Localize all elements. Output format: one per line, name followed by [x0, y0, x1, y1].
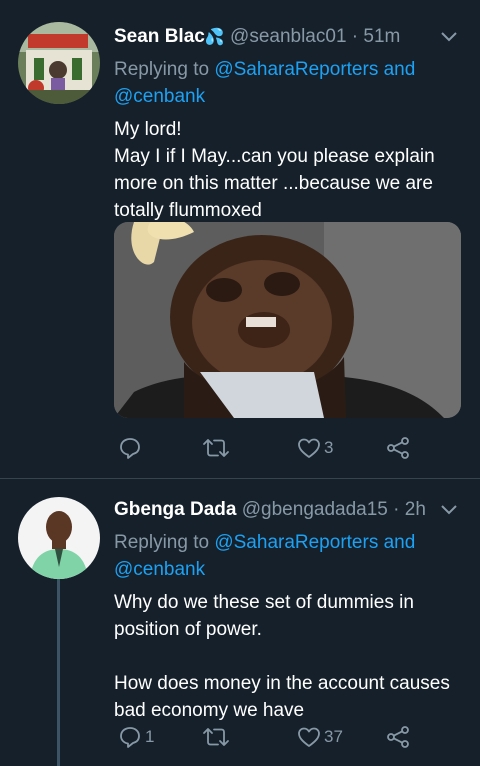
like-button[interactable]: 3: [297, 433, 333, 463]
avatar[interactable]: [18, 497, 100, 579]
timestamp[interactable]: · 2h: [393, 499, 426, 520]
mention-link[interactable]: @cenbank: [114, 86, 205, 107]
like-count: 3: [324, 438, 334, 457]
handle[interactable]: @seanblac01: [230, 26, 346, 47]
tweet-2[interactable]: Gbenga Dada @gbengadada15 · 2h Replying …: [0, 479, 480, 766]
chevron-down-icon[interactable]: [440, 28, 458, 46]
avatar[interactable]: [18, 22, 100, 104]
share-button[interactable]: [386, 433, 410, 463]
tweet-1[interactable]: Sean Blac💦 @seanblac01 · 51m Replying to…: [0, 0, 480, 478]
tweet-image[interactable]: [114, 222, 461, 418]
mention-link[interactable]: @SaharaReporters and: [214, 532, 415, 553]
chevron-down-icon[interactable]: [440, 501, 458, 519]
tweet-text: My lord! May I if I May...can you please…: [114, 119, 435, 221]
replying-to: Replying to @SaharaReporters and @cenban…: [114, 529, 464, 583]
tweet-header: Gbenga Dada @gbengadada15 · 2h: [114, 499, 464, 527]
display-name[interactable]: Gbenga Dada: [114, 499, 236, 520]
retweet-button[interactable]: [202, 433, 230, 463]
display-name[interactable]: Sean Blac: [114, 26, 205, 47]
reply-icon: [120, 727, 140, 748]
retweet-button[interactable]: [202, 722, 230, 752]
droplets-emoji: 💦: [204, 29, 225, 46]
retweet-icon: [203, 439, 229, 457]
replying-prefix: Replying to: [114, 532, 215, 553]
like-icon: [298, 438, 320, 458]
tweet-actions: 3: [114, 433, 461, 463]
tweet-actions: 1 37: [114, 722, 461, 752]
mention-link[interactable]: @SaharaReporters and: [214, 59, 415, 80]
tweet-header: Sean Blac💦 @seanblac01 · 51m: [114, 26, 464, 54]
retweet-icon: [203, 728, 229, 746]
replying-to: Replying to @SaharaReporters and @cenban…: [114, 56, 464, 110]
mention-link[interactable]: @cenbank: [114, 559, 205, 580]
timestamp[interactable]: · 51m: [352, 26, 401, 47]
share-icon: [387, 726, 409, 748]
share-button[interactable]: [386, 722, 410, 752]
replying-prefix: Replying to: [114, 59, 215, 80]
reply-button[interactable]: 1: [118, 722, 154, 752]
reply-count: 1: [145, 727, 155, 746]
reply-button[interactable]: [118, 433, 142, 463]
tweet-text: Why do we these set of dummies in positi…: [114, 592, 450, 721]
share-icon: [387, 437, 409, 459]
like-count: 37: [324, 727, 343, 746]
like-button[interactable]: 37: [297, 722, 343, 752]
like-icon: [298, 727, 320, 747]
handle[interactable]: @gbengadada15: [242, 499, 388, 520]
reply-icon: [120, 438, 140, 459]
